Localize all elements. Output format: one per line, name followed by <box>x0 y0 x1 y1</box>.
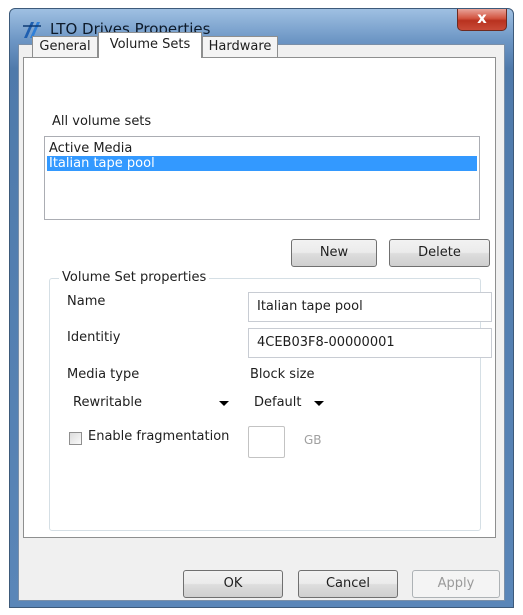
volume-set-properties-title: Volume Set properties <box>59 270 210 285</box>
identity-field[interactable]: 4CEB03F8-00000001 <box>248 328 492 358</box>
enable-fragmentation-label[interactable]: Enable fragmentation <box>88 429 229 444</box>
cancel-button[interactable]: Cancel <box>298 570 398 598</box>
name-field[interactable]: Italian tape pool <box>248 292 492 322</box>
identity-label: Identitiy <box>67 330 121 345</box>
new-button[interactable]: New <box>291 239 377 267</box>
list-item-active-media[interactable]: Active Media <box>47 141 477 156</box>
all-volume-sets-label: All volume sets <box>52 114 152 129</box>
list-item-italian-tape-pool[interactable]: Italian tape pool <box>47 156 477 171</box>
close-icon: x <box>477 9 487 27</box>
delete-button[interactable]: Delete <box>389 239 490 267</box>
tab-panel-volume-sets: All volume sets Active Media Italian tap… <box>23 57 496 538</box>
block-size-value: Default <box>254 395 302 410</box>
block-size-label: Block size <box>250 367 315 382</box>
tab-volume-sets[interactable]: Volume Sets <box>98 32 202 58</box>
media-type-label: Media type <box>67 367 140 382</box>
enable-fragmentation-checkbox[interactable] <box>69 432 82 445</box>
block-size-select[interactable]: Default <box>248 389 333 417</box>
volume-sets-list[interactable]: Active Media Italian tape pool <box>44 136 480 220</box>
tab-general[interactable]: General <box>32 36 98 57</box>
chevron-down-icon <box>314 401 324 406</box>
tab-hardware[interactable]: Hardware <box>202 36 278 57</box>
media-type-value: Rewritable <box>73 395 142 410</box>
media-type-select[interactable]: Rewritable <box>67 389 239 417</box>
fragment-unit-label: GB <box>304 433 322 447</box>
close-button[interactable]: x <box>457 9 507 31</box>
name-label: Name <box>67 294 106 309</box>
apply-button[interactable]: Apply <box>412 570 500 598</box>
ok-button[interactable]: OK <box>183 570 283 598</box>
chevron-down-icon <box>219 401 229 406</box>
fragment-size-input[interactable] <box>248 426 285 458</box>
